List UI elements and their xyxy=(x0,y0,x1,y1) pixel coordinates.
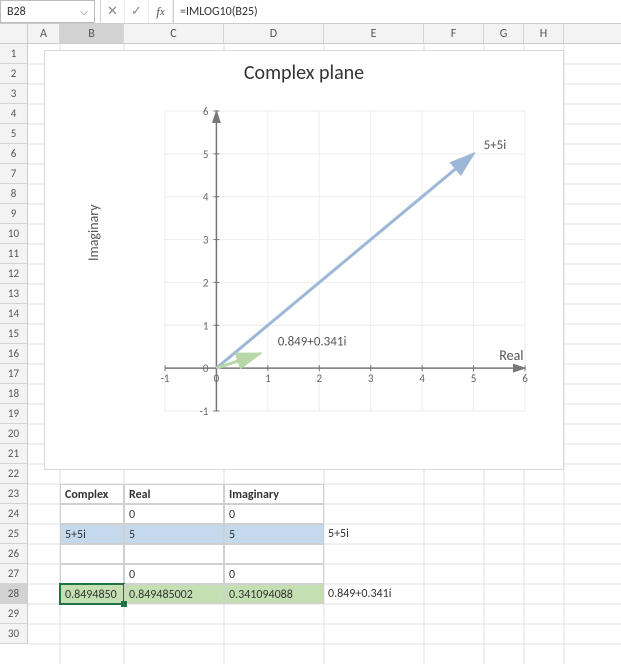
row-header-6[interactable]: 6 xyxy=(0,144,27,164)
y-axis-label: Imaginary xyxy=(85,204,102,261)
col-header-B[interactable]: B xyxy=(60,24,124,43)
svg-text:6: 6 xyxy=(522,372,528,385)
cell-C24[interactable]: 0 xyxy=(124,504,224,524)
cell-D28[interactable]: 0.341094088 xyxy=(224,584,324,604)
row-header-16[interactable]: 16 xyxy=(0,344,27,364)
svg-text:0.849+0.341i: 0.849+0.341i xyxy=(278,335,347,350)
col-header-G[interactable]: G xyxy=(484,24,524,43)
cell-B25[interactable]: 5+5i xyxy=(60,524,124,544)
row-header-28[interactable]: 28 xyxy=(0,584,27,604)
cell-C23[interactable]: Real xyxy=(124,484,224,504)
svg-text:5+5i: 5+5i xyxy=(484,138,507,153)
row-header-21[interactable]: 21 xyxy=(0,444,27,464)
cell-E25[interactable]: 5+5i xyxy=(328,527,349,541)
name-box-dropdown-icon[interactable]: ⌵ xyxy=(80,5,88,18)
svg-text:5: 5 xyxy=(471,372,477,385)
row-header-29[interactable]: 29 xyxy=(0,604,27,624)
row-header-11[interactable]: 11 xyxy=(0,244,27,264)
col-header-C[interactable]: C xyxy=(124,24,224,43)
row-header-1[interactable]: 1 xyxy=(0,44,27,64)
select-all-corner[interactable] xyxy=(0,24,28,43)
row-header-4[interactable]: 4 xyxy=(0,104,27,124)
svg-text:5: 5 xyxy=(203,148,209,161)
svg-text:2: 2 xyxy=(316,372,322,385)
cell-B23[interactable]: Complex xyxy=(60,484,124,504)
name-box[interactable]: B28 ⌵ xyxy=(0,0,95,23)
row-header-2[interactable]: 2 xyxy=(0,64,27,84)
cell-D24[interactable]: 0 xyxy=(224,504,324,524)
cell-E28[interactable]: 0.849+0.341i xyxy=(328,587,391,601)
fill-handle[interactable] xyxy=(121,601,127,607)
row-header-23[interactable]: 23 xyxy=(0,484,27,504)
cell-B27[interactable] xyxy=(60,564,124,584)
svg-text:0: 0 xyxy=(203,362,209,375)
embedded-chart[interactable]: Complex plane Imaginary -1 0 1 2 3 4 5 6 -1 0 1 2 3 4… xyxy=(44,50,564,470)
svg-text:3: 3 xyxy=(368,372,374,385)
cell-D23[interactable]: Imaginary xyxy=(224,484,324,504)
svg-text:4: 4 xyxy=(203,191,209,204)
svg-text:2: 2 xyxy=(203,276,209,289)
cell-C25[interactable]: 5 xyxy=(124,524,224,544)
cell-D26[interactable] xyxy=(224,544,324,564)
row-header-19[interactable]: 19 xyxy=(0,404,27,424)
row-header-8[interactable]: 8 xyxy=(0,184,27,204)
row-header-13[interactable]: 13 xyxy=(0,284,27,304)
col-header-D[interactable]: D xyxy=(224,24,324,43)
worksheet: ABCDEFGH 1234567891011121314151617181920… xyxy=(0,24,621,644)
row-header-25[interactable]: 25 xyxy=(0,524,27,544)
row-header-5[interactable]: 5 xyxy=(0,124,27,144)
cancel-icon[interactable]: ✕ xyxy=(101,0,125,23)
formula-text: =IMLOG10(B25) xyxy=(180,5,258,19)
svg-text:-1: -1 xyxy=(161,372,170,385)
col-header-E[interactable]: E xyxy=(324,24,424,43)
row-header-7[interactable]: 7 xyxy=(0,164,27,184)
column-headers: ABCDEFGH xyxy=(0,24,621,44)
plot-area: -1 0 1 2 3 4 5 6 -1 0 1 2 3 4 5 6 Real 5+5i 0.849+0.341i xyxy=(115,101,545,451)
row-header-24[interactable]: 24 xyxy=(0,504,27,524)
cell-C28[interactable]: 0.849485002 xyxy=(124,584,224,604)
col-header-A[interactable]: A xyxy=(28,24,60,43)
row-header-22[interactable]: 22 xyxy=(0,464,27,484)
row-header-12[interactable]: 12 xyxy=(0,264,27,284)
col-header-F[interactable]: F xyxy=(424,24,484,43)
row-header-10[interactable]: 10 xyxy=(0,224,27,244)
row-header-27[interactable]: 27 xyxy=(0,564,27,584)
fx-icon[interactable]: fx xyxy=(149,0,173,23)
cell-B26[interactable] xyxy=(60,544,124,564)
cells-area[interactable]: Complex plane Imaginary -1 0 1 2 3 4 5 6 -1 0 1 2 3 4… xyxy=(28,44,621,644)
row-header-15[interactable]: 15 xyxy=(0,324,27,344)
row-headers: 1234567891011121314151617181920212223242… xyxy=(0,44,28,644)
svg-text:1: 1 xyxy=(203,319,209,332)
svg-text:-1: -1 xyxy=(199,405,208,418)
row-header-3[interactable]: 3 xyxy=(0,84,27,104)
cell-D25[interactable]: 5 xyxy=(224,524,324,544)
svg-text:Real: Real xyxy=(499,347,523,364)
row-header-9[interactable]: 9 xyxy=(0,204,27,224)
row-header-20[interactable]: 20 xyxy=(0,424,27,444)
formula-bar: B28 ⌵ ✕ ✓ fx =IMLOG10(B25) xyxy=(0,0,621,24)
cell-C26[interactable] xyxy=(124,544,224,564)
formula-input[interactable]: =IMLOG10(B25) xyxy=(173,0,621,23)
row-header-26[interactable]: 26 xyxy=(0,544,27,564)
row-header-17[interactable]: 17 xyxy=(0,364,27,384)
row-header-30[interactable]: 30 xyxy=(0,624,27,644)
col-header-H[interactable]: H xyxy=(524,24,564,43)
cell-B24[interactable] xyxy=(60,504,124,524)
svg-text:3: 3 xyxy=(203,234,209,247)
name-box-value: B28 xyxy=(7,5,26,19)
confirm-icon[interactable]: ✓ xyxy=(125,0,149,23)
svg-text:0: 0 xyxy=(214,372,220,385)
row-header-18[interactable]: 18 xyxy=(0,384,27,404)
svg-text:4: 4 xyxy=(419,372,425,385)
row-header-14[interactable]: 14 xyxy=(0,304,27,324)
cell-C27[interactable]: 0 xyxy=(124,564,224,584)
svg-text:1: 1 xyxy=(265,372,271,385)
cell-D27[interactable]: 0 xyxy=(224,564,324,584)
svg-text:6: 6 xyxy=(203,105,209,118)
cell-B28[interactable]: 0.8494850 xyxy=(60,584,124,604)
chart-title: Complex plane xyxy=(45,61,563,85)
